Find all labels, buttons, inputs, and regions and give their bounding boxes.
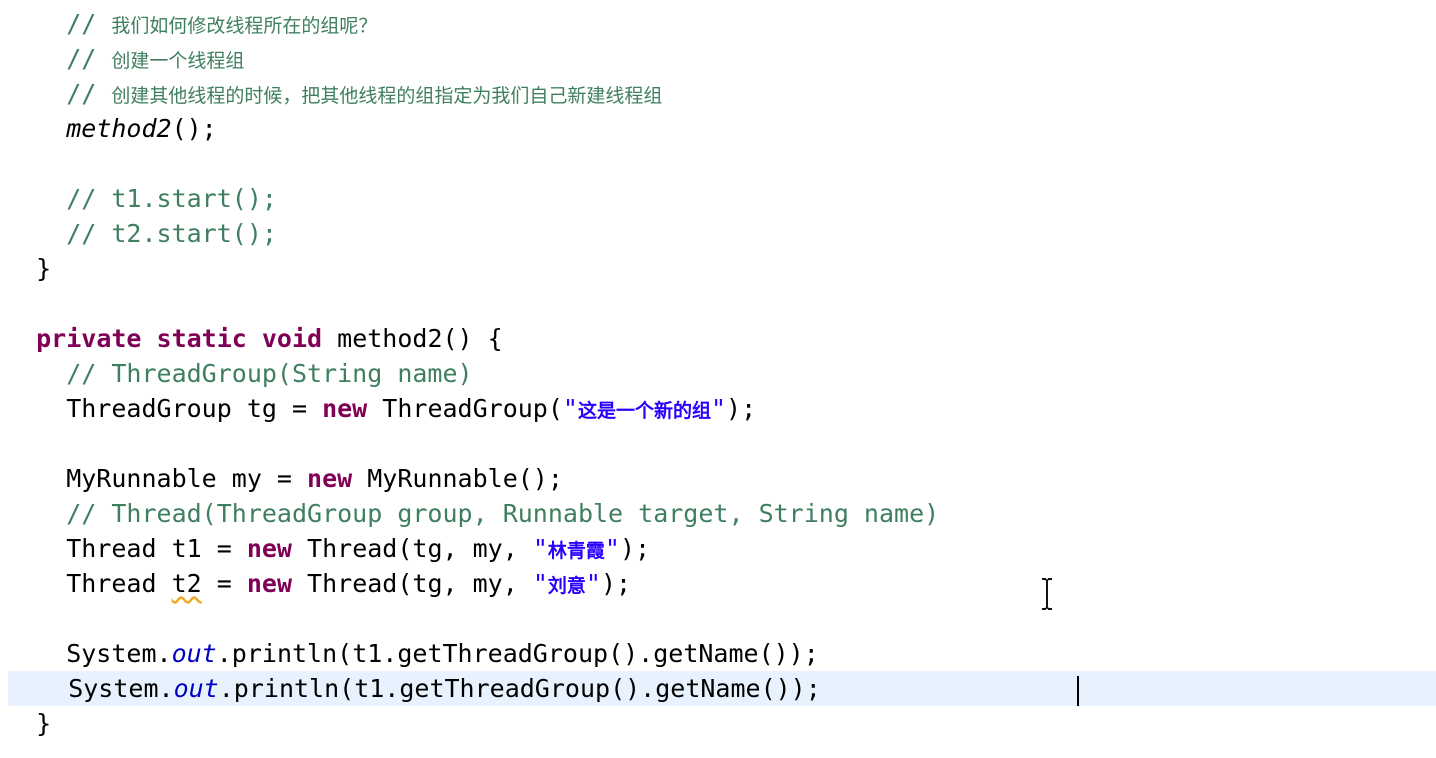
code-line[interactable]: System.out.println(t1.getThreadGroup().g… xyxy=(0,636,1436,671)
code-token: Thread(tg, my, xyxy=(292,569,533,598)
code-token: System. xyxy=(8,674,174,703)
code-line[interactable]: Thread t1 = new Thread(tg, my, "林青霞"); xyxy=(0,531,1436,566)
code-line[interactable] xyxy=(0,146,1436,181)
code-line[interactable]: private static void method2() { xyxy=(0,321,1436,356)
code-line[interactable]: // 我们如何修改线程所在的组呢？ xyxy=(0,6,1436,41)
code-token: out xyxy=(171,639,217,668)
code-line[interactable]: // 创建其他线程的时候，把其他线程的组指定为我们自己新建线程组 xyxy=(0,76,1436,111)
code-token: // t1.start(); xyxy=(6,184,277,213)
code-token: 创建其他线程的时候，把其他线程的组指定为我们自己新建线程组 xyxy=(111,85,663,107)
code-token: 我们如何修改线程所在的组呢？ xyxy=(111,15,378,37)
code-token: " xyxy=(710,394,727,423)
code-token: new xyxy=(307,464,353,493)
text-caret xyxy=(1077,676,1079,706)
code-token: Thread t1 = xyxy=(6,534,247,563)
code-line[interactable]: ThreadGroup tg = new ThreadGroup("这是一个新的… xyxy=(0,391,1436,426)
code-line[interactable] xyxy=(0,286,1436,321)
code-line[interactable]: } xyxy=(0,251,1436,286)
code-token: 刘意 xyxy=(547,575,586,597)
code-token: MyRunnable my = xyxy=(6,464,308,493)
code-token: // t2.start(); xyxy=(6,219,277,248)
code-token: " xyxy=(604,534,620,563)
code-token: ); xyxy=(619,534,651,563)
code-token: new xyxy=(322,394,368,423)
code-token: method2() { xyxy=(322,324,503,353)
code-token: // ThreadGroup(String name) xyxy=(6,359,473,388)
code-token: // Thread(ThreadGroup group, Runnable ta… xyxy=(6,499,940,528)
code-token: new xyxy=(246,534,292,563)
code-token: // xyxy=(6,79,112,108)
code-token: (); xyxy=(171,114,217,143)
code-token: = xyxy=(201,569,247,598)
code-line-current[interactable]: System.out.println(t1.getThreadGroup().g… xyxy=(8,671,1436,706)
code-token: " xyxy=(532,534,548,563)
code-token: " xyxy=(532,569,548,598)
code-token: } xyxy=(6,709,52,738)
code-line[interactable] xyxy=(0,426,1436,461)
code-token: ThreadGroup( xyxy=(367,394,563,423)
code-token: 这是一个新的组 xyxy=(577,400,711,422)
code-token: // xyxy=(6,9,112,38)
code-token: ); xyxy=(726,394,757,423)
code-line[interactable]: // t1.start(); xyxy=(0,181,1436,216)
code-token: out xyxy=(173,674,219,703)
code-token: new xyxy=(246,569,292,598)
code-token: ); xyxy=(600,569,632,598)
text-ibeam-cursor-icon xyxy=(1042,578,1052,610)
code-token: 创建一个线程组 xyxy=(111,50,245,72)
code-editor[interactable]: // 我们如何修改线程所在的组呢？ // 创建一个线程组 // 创建其他线程的时… xyxy=(0,0,1436,758)
code-token: method2 xyxy=(66,114,172,143)
code-token: 林青霞 xyxy=(547,540,605,562)
code-token: System. xyxy=(6,639,172,668)
code-token: Thread(tg, my, xyxy=(291,534,533,563)
code-line[interactable]: } xyxy=(0,706,1436,741)
code-token: // xyxy=(6,44,112,73)
code-token: MyRunnable(); xyxy=(352,464,563,493)
code-token: Thread xyxy=(6,569,172,598)
code-line[interactable]: // t2.start(); xyxy=(0,216,1436,251)
gutter-fold-marker xyxy=(0,330,4,346)
code-token: } xyxy=(6,254,52,283)
code-line[interactable] xyxy=(0,601,1436,636)
code-token: t2 xyxy=(171,569,202,598)
code-token: private static void xyxy=(36,324,323,353)
code-line[interactable]: // 创建一个线程组 xyxy=(0,41,1436,76)
code-token: " xyxy=(585,569,601,598)
code-line[interactable]: method2(); xyxy=(0,111,1436,146)
code-line[interactable]: Thread t2 = new Thread(tg, my, "刘意"); xyxy=(0,566,1436,601)
code-token: " xyxy=(562,394,578,423)
code-line[interactable]: // ThreadGroup(String name) xyxy=(0,356,1436,391)
code-token: ThreadGroup tg = xyxy=(6,394,323,423)
code-token: .println(t1.getThreadGroup().getName()); xyxy=(218,674,821,703)
code-line[interactable]: MyRunnable my = new MyRunnable(); xyxy=(0,461,1436,496)
code-token: .println(t1.getThreadGroup().getName()); xyxy=(216,639,819,668)
code-line[interactable]: // Thread(ThreadGroup group, Runnable ta… xyxy=(0,496,1436,531)
